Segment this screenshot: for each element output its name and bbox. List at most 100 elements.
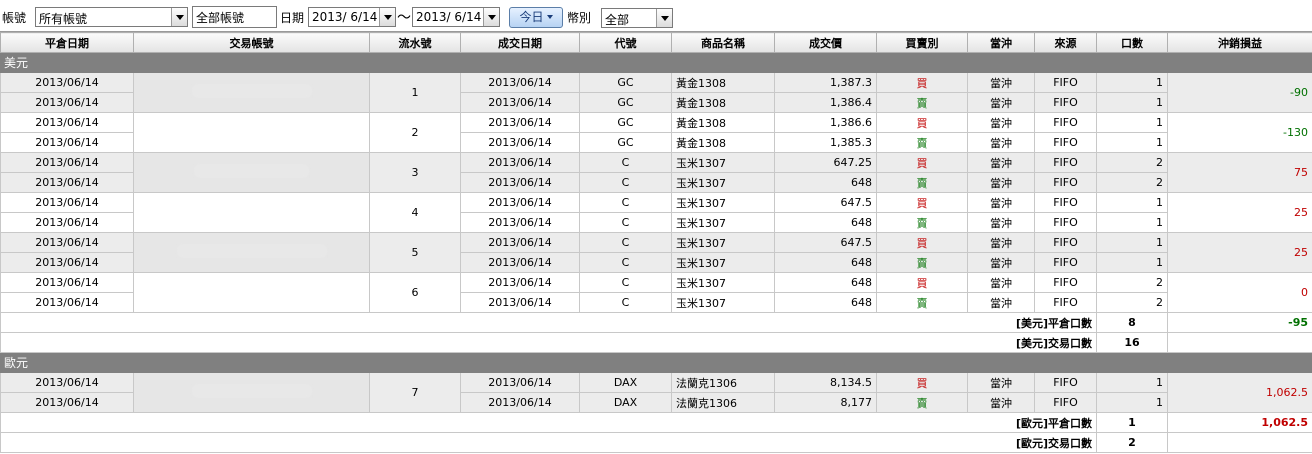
- col-header[interactable]: 成交日期: [460, 32, 580, 53]
- redacted-account: [194, 164, 309, 178]
- code-cell: C: [579, 212, 672, 233]
- today-button[interactable]: 今日: [509, 7, 563, 28]
- source-cell: FIFO: [1034, 272, 1097, 293]
- code-cell: C: [579, 232, 672, 253]
- close-date-cell: 2013/06/14: [0, 72, 134, 93]
- close-qty-total-row: [歐元]平倉口數 1 1,062.5: [0, 412, 1312, 433]
- trade-grid: 平倉日期 交易帳號 流水號 成交日期 代號 商品名稱 成交價 買賣別 當沖 來源…: [0, 31, 1312, 454]
- col-header[interactable]: 商品名稱: [671, 32, 775, 53]
- chevron-down-icon[interactable]: [379, 8, 395, 26]
- col-header[interactable]: 沖銷損益: [1167, 32, 1312, 53]
- side-cell: 買: [876, 372, 968, 393]
- col-header[interactable]: 當沖: [967, 32, 1035, 53]
- total-qty: 16: [1096, 332, 1168, 353]
- price-cell: 647.5: [774, 192, 877, 213]
- date-to-picker[interactable]: 2013/ 6/14: [412, 7, 500, 27]
- total-qty: 1: [1096, 412, 1168, 433]
- product-cell: 玉米1307: [671, 232, 775, 253]
- source-cell: FIFO: [1034, 372, 1097, 393]
- side-cell: 賣: [876, 92, 968, 113]
- close-date-cell: 2013/06/14: [0, 92, 134, 113]
- price-cell: 1,386.6: [774, 112, 877, 133]
- trade-date-cell: 2013/06/14: [460, 172, 580, 193]
- account-select[interactable]: 所有帳號: [35, 7, 188, 27]
- col-header[interactable]: 平倉日期: [0, 32, 134, 53]
- table-row[interactable]: 2013/06/14 4 2013/06/14 C 玉米1307 647.5 買當沖 FIFO…: [0, 192, 1312, 233]
- side-cell: 買: [876, 272, 968, 293]
- table-row[interactable]: 2013/06/14 6 2013/06/14 C 玉米1307 648 買當沖 FIFO 2 0: [0, 272, 1312, 313]
- col-header[interactable]: 買賣別: [876, 32, 968, 53]
- trade-date-cell: 2013/06/14: [460, 372, 580, 393]
- code-cell: DAX: [579, 392, 672, 413]
- col-header[interactable]: 成交價: [774, 32, 877, 53]
- account-select-value: 所有帳號: [39, 12, 88, 26]
- source-cell: FIFO: [1034, 172, 1097, 193]
- price-cell: 648: [774, 212, 877, 233]
- trade-date-cell: 2013/06/14: [460, 152, 580, 173]
- trade-account-cell: [133, 372, 370, 413]
- currency-group-label: 歐元: [0, 352, 1312, 373]
- total-label: [歐元]平倉口數: [0, 412, 1097, 433]
- chevron-down-icon[interactable]: [171, 8, 187, 26]
- serial-cell: 3: [369, 152, 461, 193]
- product-cell: 黃金1308: [671, 72, 775, 93]
- chevron-down-icon[interactable]: [656, 9, 672, 27]
- side-cell: 賣: [876, 292, 968, 313]
- code-cell: GC: [579, 92, 672, 113]
- col-header[interactable]: 代號: [579, 32, 672, 53]
- close-date-cell: 2013/06/14: [0, 292, 134, 313]
- trade-date-cell: 2013/06/14: [460, 252, 580, 273]
- source-cell: FIFO: [1034, 72, 1097, 93]
- table-row[interactable]: 2013/06/14 1 2013/06/14 GC 黃金1308 1,387.3 買當沖 F…: [0, 72, 1312, 113]
- trade-account-cell: [133, 192, 370, 233]
- daytrade-cell: 當沖: [967, 92, 1035, 113]
- price-cell: 648: [774, 252, 877, 273]
- product-cell: 黃金1308: [671, 112, 775, 133]
- trade-account-cell: [133, 232, 370, 273]
- code-cell: C: [579, 272, 672, 293]
- date-from-value: 2013/ 6/14: [312, 10, 378, 24]
- trade-account-cell: [133, 152, 370, 193]
- col-header[interactable]: 來源: [1034, 32, 1097, 53]
- currency-group-label: 美元: [0, 52, 1312, 73]
- qty-cell: 2: [1096, 152, 1168, 173]
- close-date-cell: 2013/06/14: [0, 192, 134, 213]
- chevron-down-icon[interactable]: [483, 8, 499, 26]
- code-cell: C: [579, 252, 672, 273]
- daytrade-cell: 當沖: [967, 152, 1035, 173]
- table-row[interactable]: 2013/06/14 3 2013/06/14 C 玉米1307 647.25 買當沖 FIF…: [0, 152, 1312, 193]
- currency-select[interactable]: 全部: [601, 8, 673, 28]
- col-header[interactable]: 交易帳號: [133, 32, 370, 53]
- account-label: 帳號: [2, 11, 27, 25]
- qty-cell: 1: [1096, 192, 1168, 213]
- price-cell: 1,385.3: [774, 132, 877, 153]
- daytrade-cell: 當沖: [967, 292, 1035, 313]
- table-row[interactable]: 2013/06/14 7 2013/06/14 DAX 法蘭克1306 8,134.5 買當…: [0, 372, 1312, 413]
- col-header[interactable]: 口數: [1096, 32, 1168, 53]
- product-cell: 黃金1308: [671, 92, 775, 113]
- code-cell: C: [579, 292, 672, 313]
- trade-table: 平倉日期 交易帳號 流水號 成交日期 代號 商品名稱 成交價 買賣別 當沖 來源…: [0, 32, 1312, 453]
- total-qty: 8: [1096, 312, 1168, 333]
- trade-qty-total-row: [美元]交易口數 16: [0, 332, 1312, 353]
- trade-date-cell: 2013/06/14: [460, 132, 580, 153]
- table-row[interactable]: 2013/06/14 2 2013/06/14 GC 黃金1308 1,386.6 買當沖 F…: [0, 112, 1312, 153]
- trade-date-cell: 2013/06/14: [460, 112, 580, 133]
- total-pnl: [1167, 332, 1312, 353]
- table-row[interactable]: 2013/06/14 5 2013/06/14 C 玉米1307 647.5 買當沖 FIFO…: [0, 232, 1312, 273]
- total-pnl: [1167, 432, 1312, 453]
- total-label: [美元]交易口數: [0, 332, 1097, 353]
- qty-cell: 2: [1096, 272, 1168, 293]
- trade-date-cell: 2013/06/14: [460, 192, 580, 213]
- pnl-cell: 1,062.5: [1167, 372, 1312, 413]
- side-cell: 買: [876, 192, 968, 213]
- close-date-cell: 2013/06/14: [0, 392, 134, 413]
- col-header[interactable]: 流水號: [369, 32, 461, 53]
- date-from-picker[interactable]: 2013/ 6/14: [308, 7, 396, 27]
- close-date-cell: 2013/06/14: [0, 372, 134, 393]
- qty-cell: 1: [1096, 112, 1168, 133]
- source-cell: FIFO: [1034, 192, 1097, 213]
- trade-date-cell: 2013/06/14: [460, 92, 580, 113]
- price-cell: 648: [774, 292, 877, 313]
- account-type-field[interactable]: 全部帳號: [192, 6, 277, 28]
